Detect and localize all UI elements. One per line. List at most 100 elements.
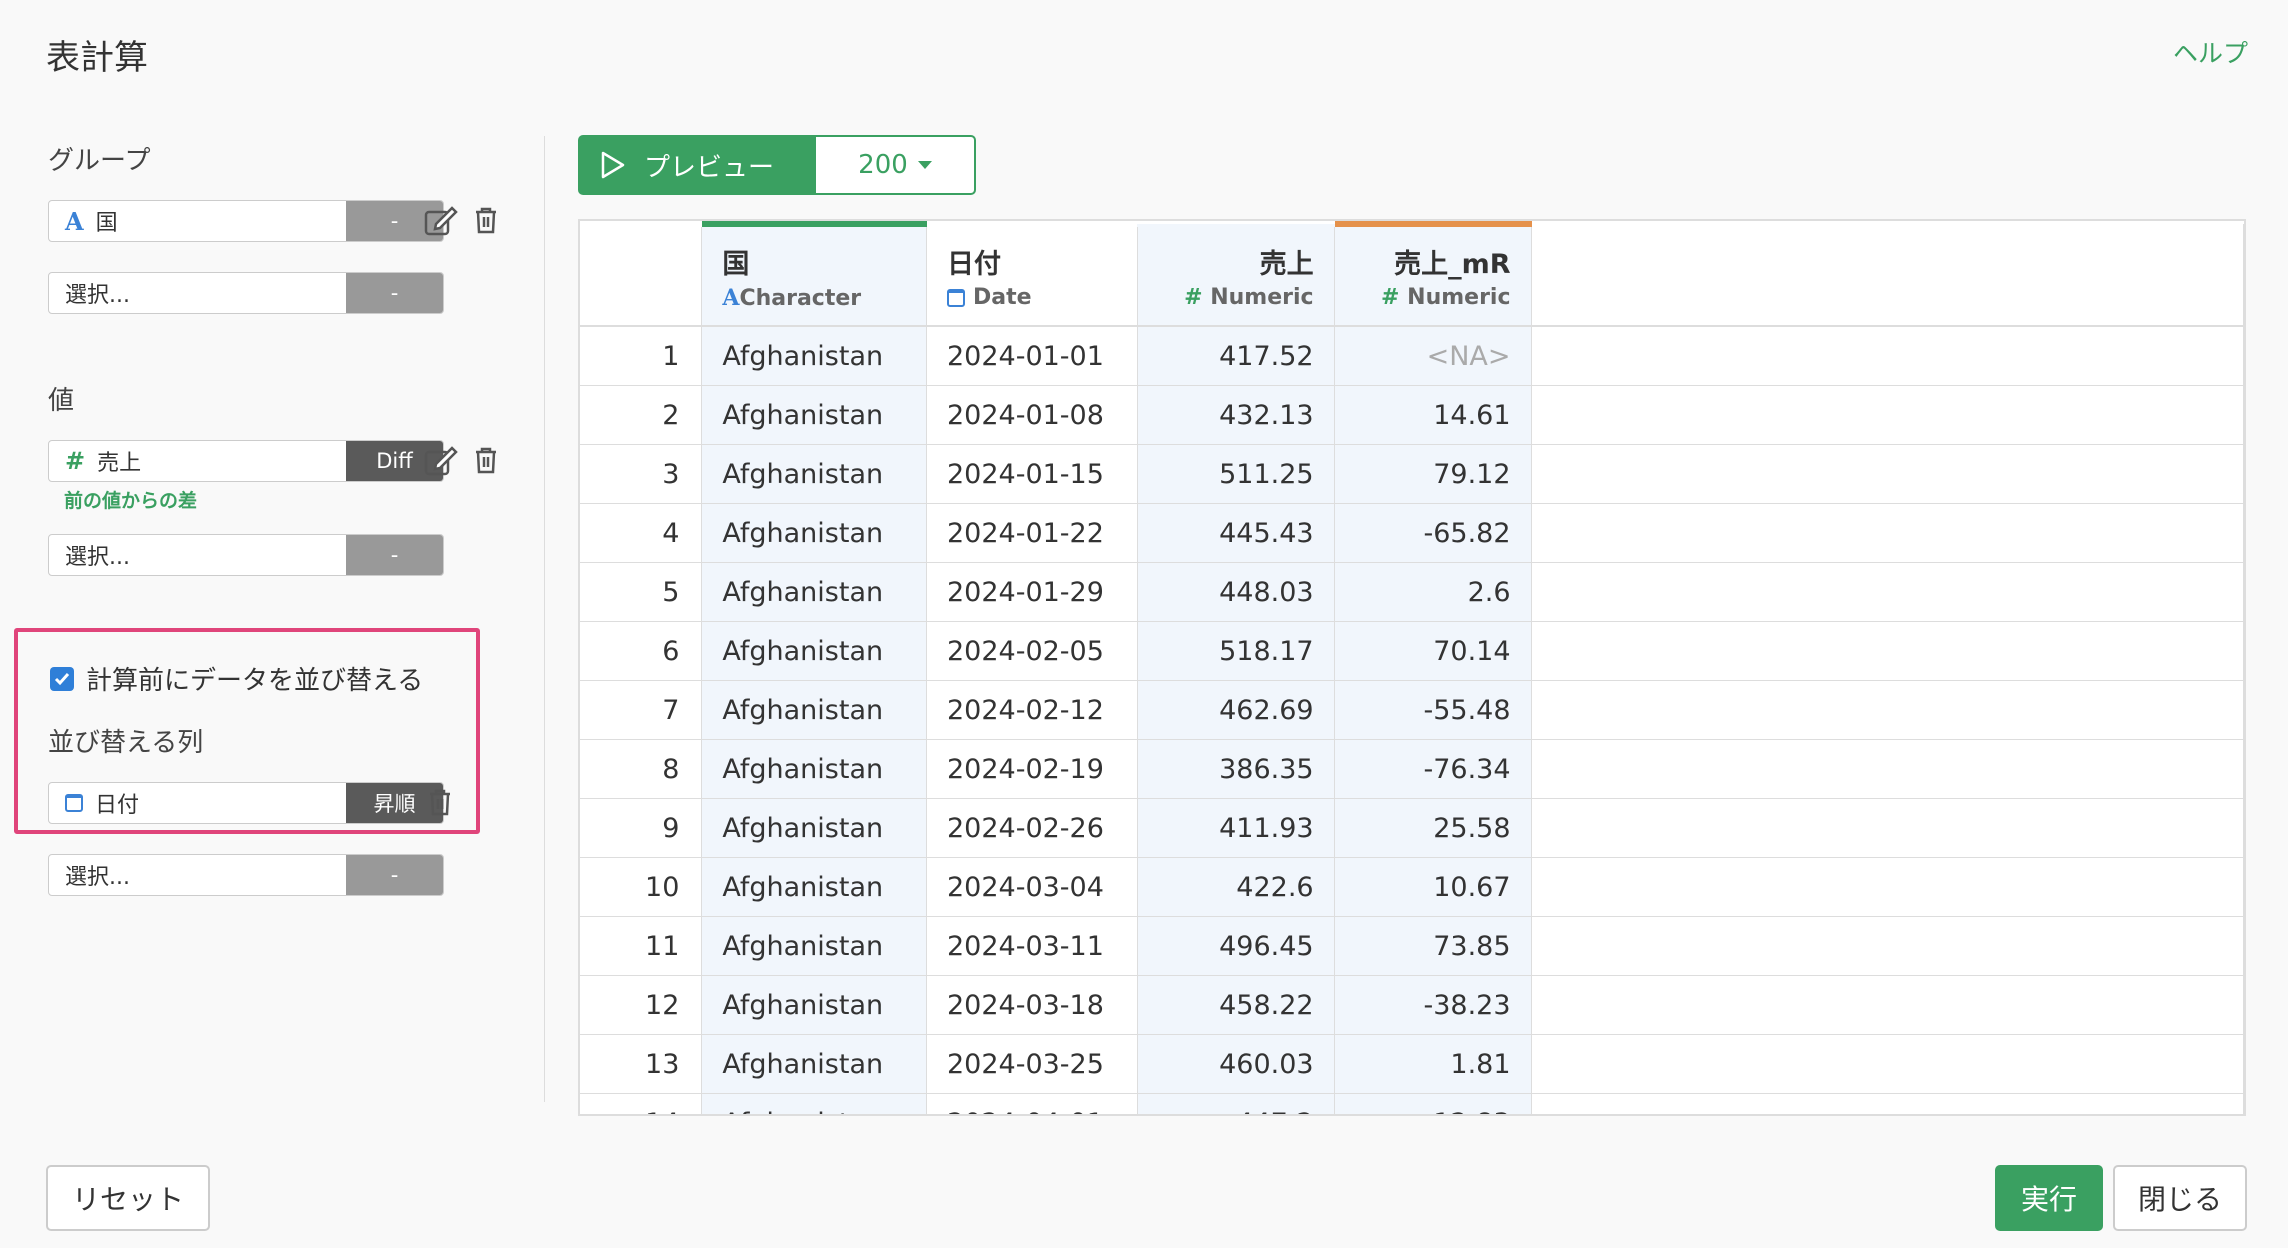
row-index: 14	[580, 1093, 703, 1114]
option-dropdown[interactable]: -	[346, 273, 443, 313]
table-row[interactable]: 12 Afghanistan 2024-03-18 458.22 -38.23	[580, 975, 2244, 1035]
close-button[interactable]: 閉じる	[2113, 1165, 2247, 1231]
column-header-sales-mr[interactable]: 売上_mR # Numeric	[1334, 221, 1532, 327]
column-header-date[interactable]: 日付 Date	[926, 224, 1138, 327]
numeric-type-icon: #	[1381, 285, 1400, 310]
cell-sales-mr: 25.58	[1334, 798, 1532, 858]
table-row[interactable]: 3 Afghanistan 2024-01-15 511.25 79.12	[580, 444, 2244, 504]
table-row[interactable]: 7 Afghanistan 2024-02-12 462.69 -55.48	[580, 680, 2244, 740]
cell-sales-mr: -76.34	[1334, 739, 1532, 799]
empty-cell	[1531, 1093, 2244, 1114]
option-dropdown[interactable]: -	[346, 535, 443, 575]
preview-table[interactable]: 国 ACharacter 日付 Date 売上 # Numeric 売上_mR …	[578, 219, 2246, 1116]
cell-date: 2024-04-01	[926, 1093, 1138, 1114]
preview-button-label: プレビュー	[644, 152, 775, 183]
cell-sales: 496.45	[1137, 916, 1335, 976]
row-index: 12	[580, 975, 703, 1035]
table-row[interactable]: 5 Afghanistan 2024-01-29 448.03 2.6	[580, 562, 2244, 622]
column-type: Numeric	[1210, 285, 1314, 310]
row-index: 6	[580, 621, 703, 681]
cell-date: 2024-03-18	[926, 975, 1138, 1035]
help-link[interactable]: ヘルプ	[2173, 34, 2248, 70]
table-row[interactable]: 4 Afghanistan 2024-01-22 445.43 -65.82	[580, 503, 2244, 563]
empty-cell	[1531, 326, 2244, 386]
empty-cell	[1531, 562, 2244, 622]
table-row[interactable]: 11 Afghanistan 2024-03-11 496.45 73.85	[580, 916, 2244, 976]
table-row[interactable]: 14Afghanistan2024-04-01447.2-12.83	[580, 1093, 2244, 1114]
table-row[interactable]: 9 Afghanistan 2024-02-26 411.93 25.58	[580, 798, 2244, 858]
empty-cell	[1531, 916, 2244, 976]
cell-sales: 422.6	[1137, 857, 1335, 917]
numeric-type-icon: #	[1184, 285, 1203, 310]
column-name: 売上_mR	[1394, 249, 1511, 280]
sort-checkbox[interactable]	[50, 666, 74, 691]
select-placeholder: 選択...	[65, 283, 130, 308]
chevron-down-icon	[917, 161, 932, 169]
calendar-icon	[65, 794, 83, 812]
cell-sales-mr: 79.12	[1334, 444, 1532, 504]
table-row[interactable]: 2 Afghanistan 2024-01-08 432.13 14.61	[580, 385, 2244, 445]
group-add-select[interactable]: 選択... -	[48, 272, 444, 314]
cell-date: 2024-01-01	[926, 326, 1138, 386]
cell-date: 2024-01-08	[926, 385, 1138, 445]
group-section-label: グループ	[48, 146, 151, 176]
sort-column-select[interactable]: 日付 昇順	[48, 782, 444, 824]
cell-sales: 460.03	[1137, 1034, 1335, 1094]
numeric-type-icon: #	[65, 447, 86, 475]
cell-country: Afghanistan	[701, 444, 927, 504]
cell-date: 2024-01-15	[926, 444, 1138, 504]
cell-sales-mr: 2.6	[1334, 562, 1532, 622]
column-type: Numeric	[1407, 285, 1511, 310]
preview-rows-dropdown[interactable]: 200	[814, 135, 976, 195]
empty-cell	[1531, 444, 2244, 504]
cell-sales-mr: -12.83	[1334, 1093, 1532, 1114]
table-row[interactable]: 13 Afghanistan 2024-03-25 460.03 1.81	[580, 1034, 2244, 1094]
table-row[interactable]: 10 Afghanistan 2024-03-04 422.6 10.67	[580, 857, 2244, 917]
sort-column-value: 日付	[95, 793, 140, 818]
character-type-icon: A	[65, 206, 84, 236]
sort-checkbox-label: 計算前にデータを並び替える	[86, 666, 424, 696]
table-row[interactable]: 6 Afghanistan 2024-02-05 518.17 70.14	[580, 621, 2244, 681]
cell-country: Afghanistan	[701, 1034, 927, 1094]
trash-icon[interactable]	[474, 446, 498, 474]
edit-icon[interactable]	[424, 446, 458, 476]
table-row[interactable]: 1 Afghanistan 2024-01-01 417.52 <NA>	[580, 326, 2244, 386]
cell-date: 2024-02-12	[926, 680, 1138, 740]
row-index: 5	[580, 562, 703, 622]
group-column-select[interactable]: A 国 -	[48, 200, 444, 242]
trash-icon[interactable]	[428, 788, 452, 816]
cell-country: Afghanistan	[701, 1093, 927, 1114]
cell-date: 2024-02-19	[926, 739, 1138, 799]
cell-date: 2024-03-04	[926, 857, 1138, 917]
cell-sales-mr: -38.23	[1334, 975, 1532, 1035]
reset-button[interactable]: リセット	[46, 1165, 210, 1231]
preview-button[interactable]: プレビュー	[578, 135, 814, 195]
trash-icon[interactable]	[474, 206, 498, 234]
cell-country: Afghanistan	[701, 857, 927, 917]
column-header-sales[interactable]: 売上 # Numeric	[1137, 224, 1335, 327]
column-header-country[interactable]: 国 ACharacter	[701, 221, 927, 327]
run-button[interactable]: 実行	[1995, 1165, 2103, 1231]
play-icon	[601, 151, 625, 179]
row-index: 8	[580, 739, 703, 799]
checkmark-icon	[54, 672, 70, 685]
values-section-label: 値	[48, 386, 75, 416]
table-row[interactable]: 8 Afghanistan 2024-02-19 386.35 -76.34	[580, 739, 2244, 799]
sort-before-calc-option[interactable]: 計算前にデータを並び替える	[50, 660, 423, 697]
option-dropdown[interactable]: -	[346, 855, 443, 895]
group-column-value: 国	[95, 211, 118, 236]
value-column-select[interactable]: # 売上 Diff	[48, 440, 444, 482]
cell-country: Afghanistan	[701, 975, 927, 1035]
row-index: 10	[580, 857, 703, 917]
row-index: 1	[580, 326, 703, 386]
cell-sales: 411.93	[1137, 798, 1335, 858]
sort-add-select[interactable]: 選択... -	[48, 854, 444, 896]
edit-icon[interactable]	[424, 206, 458, 236]
cell-sales: 417.52	[1137, 326, 1335, 386]
value-add-select[interactable]: 選択... -	[48, 534, 444, 576]
cell-country: Afghanistan	[701, 385, 927, 445]
dialog-title: 表計算	[46, 38, 148, 78]
empty-cell	[1531, 680, 2244, 740]
cell-sales: 448.03	[1137, 562, 1335, 622]
empty-cell	[1531, 975, 2244, 1035]
